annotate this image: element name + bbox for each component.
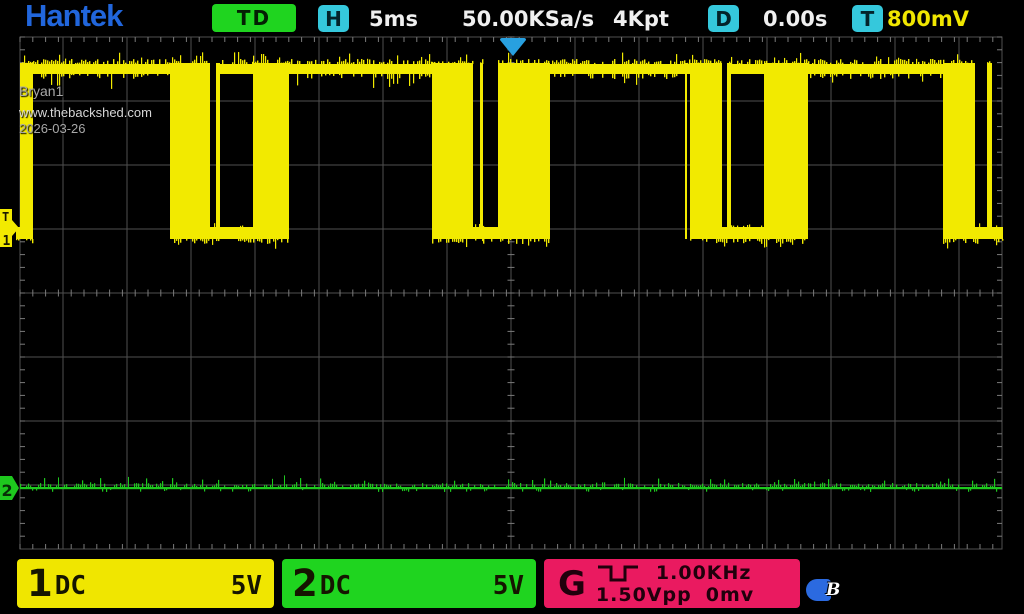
ch2-status-box: 2 DC 5V bbox=[282, 559, 536, 608]
usb-device-label: B bbox=[826, 580, 840, 600]
ch1-trace bbox=[16, 52, 1003, 249]
annotation-username: Bryan1 bbox=[19, 84, 152, 98]
generator-status-box: G 1.00KHz 1.50Vpp 0mv bbox=[544, 559, 800, 608]
ch1-coupling: DC bbox=[55, 571, 86, 601]
ch1-scale: 5V bbox=[231, 571, 262, 601]
annotation-date: 2026-03-26 bbox=[19, 122, 152, 135]
ch2-number: 2 bbox=[292, 562, 318, 605]
svg-text:1: 1 bbox=[3, 234, 11, 249]
ch1-level-marker: T1 bbox=[0, 209, 19, 249]
ch1-number: 1 bbox=[27, 562, 53, 605]
generator-values: 1.00KHz 1.50Vpp 0mv bbox=[596, 562, 754, 606]
ch2-scale: 5V bbox=[493, 571, 524, 601]
ch1-status-box: 1 DC 5V bbox=[17, 559, 274, 608]
ch2-level-marker: 2 bbox=[0, 476, 19, 500]
ch2-coupling: DC bbox=[320, 571, 351, 601]
waveform-display: T12 bbox=[0, 0, 1024, 614]
svg-text:T: T bbox=[2, 210, 9, 224]
generator-offset: 0mv bbox=[706, 584, 754, 606]
svg-text:2: 2 bbox=[2, 481, 13, 500]
square-wave-icon bbox=[596, 562, 640, 584]
generator-vpp: 1.50Vpp bbox=[596, 584, 692, 606]
generator-label: G bbox=[558, 564, 586, 604]
screen-annotation: Bryan1 www.thebackshed.com 2026-03-26 bbox=[19, 84, 152, 135]
trigger-position-marker-icon bbox=[498, 38, 526, 56]
generator-frequency: 1.00KHz bbox=[656, 562, 752, 584]
oscilloscope-screen: Hantek TD H 5ms 50.00KSa/s 4Kpt D 0.00s … bbox=[0, 0, 1024, 614]
annotation-website: www.thebackshed.com bbox=[19, 106, 152, 119]
